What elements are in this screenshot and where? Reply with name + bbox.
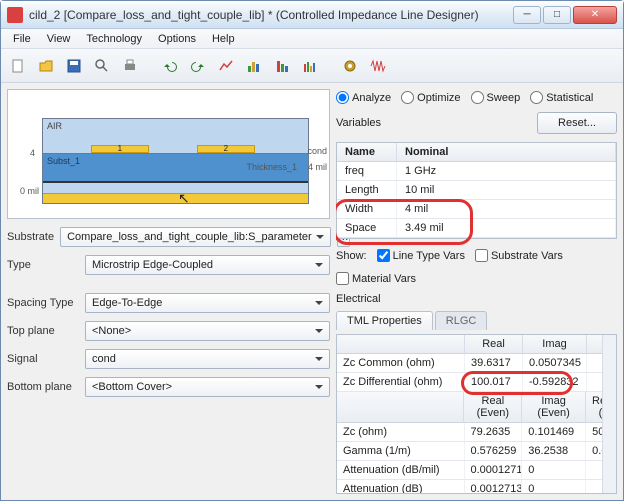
toolbar (1, 49, 623, 83)
properties-table[interactable]: Real Imag Zc Common (ohm)39.63170.050734… (336, 334, 617, 494)
app-icon (7, 7, 23, 23)
bottomplane-field-label: Bottom plane (7, 381, 79, 393)
cross-section-view[interactable]: AIR 1 2 Subst_1 4 0 mil cond 4 mil Thick… (7, 89, 330, 219)
type-field-label: Type (7, 259, 79, 271)
window-title: cild_2 [Compare_loss_and_tight_couple_li… (29, 8, 513, 22)
dim-4mil: 4 mil (308, 162, 327, 172)
maximize-button[interactable]: □ (543, 6, 571, 24)
undo-icon[interactable] (159, 55, 181, 77)
mode-sweep[interactable]: Sweep (471, 91, 521, 104)
dim-0mil: 0 mil (20, 186, 39, 196)
search-icon[interactable] (91, 55, 113, 77)
mode-statistical[interactable]: Statistical (530, 91, 593, 104)
table-row: Length10 mil (337, 181, 616, 200)
print-icon[interactable] (119, 55, 141, 77)
table-row: Zc Common (ohm)39.63170.0507345 (337, 354, 616, 373)
chart-line-icon[interactable] (215, 55, 237, 77)
col-name: Name (337, 143, 397, 161)
check-substrate[interactable]: Substrate Vars (475, 249, 563, 262)
substrate-label: Subst_1 (47, 156, 80, 166)
open-icon[interactable] (35, 55, 57, 77)
waveform-icon[interactable] (367, 55, 389, 77)
table-row: Width4 mil (337, 200, 616, 219)
table-row: freq1 GHz (337, 162, 616, 181)
dim-cond: cond (307, 146, 327, 156)
menu-view[interactable]: View (39, 31, 79, 47)
chart-stacked-icon[interactable] (271, 55, 293, 77)
save-icon[interactable] (63, 55, 85, 77)
menubar: File View Technology Options Help (1, 29, 623, 49)
new-icon[interactable] (7, 55, 29, 77)
close-button[interactable]: ✕ (573, 6, 617, 24)
spacing-combo[interactable]: Edge-To-Edge (85, 293, 330, 313)
show-label: Show: (336, 250, 367, 262)
col-nominal: Nominal (397, 143, 616, 161)
dim-thickness: Thickness_1 (246, 162, 297, 172)
scrollbar[interactable] (602, 335, 616, 493)
bottomplane-combo[interactable]: <Bottom Cover> (85, 377, 330, 397)
tab-rlgc[interactable]: RLGC (435, 311, 488, 330)
mode-optimize[interactable]: Optimize (401, 91, 460, 104)
signal-combo[interactable]: cond (85, 349, 330, 369)
bottom-metal (43, 193, 308, 203)
check-material[interactable]: Material Vars (336, 272, 416, 285)
col-imag-even: Imag (Even) (522, 392, 586, 422)
col-imag: Imag (523, 335, 587, 353)
substrate-field-label: Substrate (7, 231, 54, 243)
mode-analyze[interactable]: Analyze (336, 91, 391, 104)
topplane-combo[interactable]: <None> (85, 321, 330, 341)
reset-button[interactable]: Reset... (537, 112, 617, 134)
tab-tml[interactable]: TML Properties (336, 311, 433, 330)
variables-label: Variables (336, 117, 381, 129)
menu-file[interactable]: File (5, 31, 39, 47)
minimize-button[interactable]: ─ (513, 6, 541, 24)
menu-technology[interactable]: Technology (78, 31, 150, 47)
table-row: Zc (ohm)79.26350.10146950.00 (337, 423, 616, 442)
spacing-field-label: Spacing Type (7, 297, 79, 309)
redo-icon[interactable] (187, 55, 209, 77)
menu-options[interactable]: Options (150, 31, 204, 47)
gear-icon[interactable] (339, 55, 361, 77)
col-real: Real (465, 335, 523, 353)
topplane-field-label: Top plane (7, 325, 79, 337)
substrate-combo[interactable]: Compare_loss_and_tight_couple_lib:S_para… (60, 227, 331, 247)
electrical-label: Electrical (336, 293, 617, 305)
menu-help[interactable]: Help (204, 31, 243, 47)
trace-1: 1 (91, 145, 149, 153)
dim-4: 4 (30, 148, 35, 158)
table-row: Zc Differential (ohm)100.017-0.592832 (337, 373, 616, 392)
table-row: Attenuation (dB/mil)0.0001271350 (337, 461, 616, 480)
col-real-even: Real (Even) (464, 392, 522, 422)
table-row: Gamma (1/m)0.57625936.25380.651 (337, 442, 616, 461)
signal-field-label: Signal (7, 353, 79, 365)
variables-table[interactable]: Name Nominal freq1 GHz Length10 mil Widt… (336, 142, 617, 239)
chart-bar-icon[interactable] (243, 55, 265, 77)
air-label: AIR (47, 121, 62, 131)
mode-radios: Analyze Optimize Sweep Statistical (336, 91, 617, 104)
table-row: Attenuation (dB)0.001271350 (337, 480, 616, 494)
trace-2: 2 (197, 145, 255, 153)
type-combo[interactable]: Microstrip Edge-Coupled (85, 255, 330, 275)
check-linetype[interactable]: Line Type Vars (377, 249, 465, 262)
table-row: Space3.49 mil (337, 219, 616, 238)
chart-grouped-icon[interactable] (299, 55, 321, 77)
